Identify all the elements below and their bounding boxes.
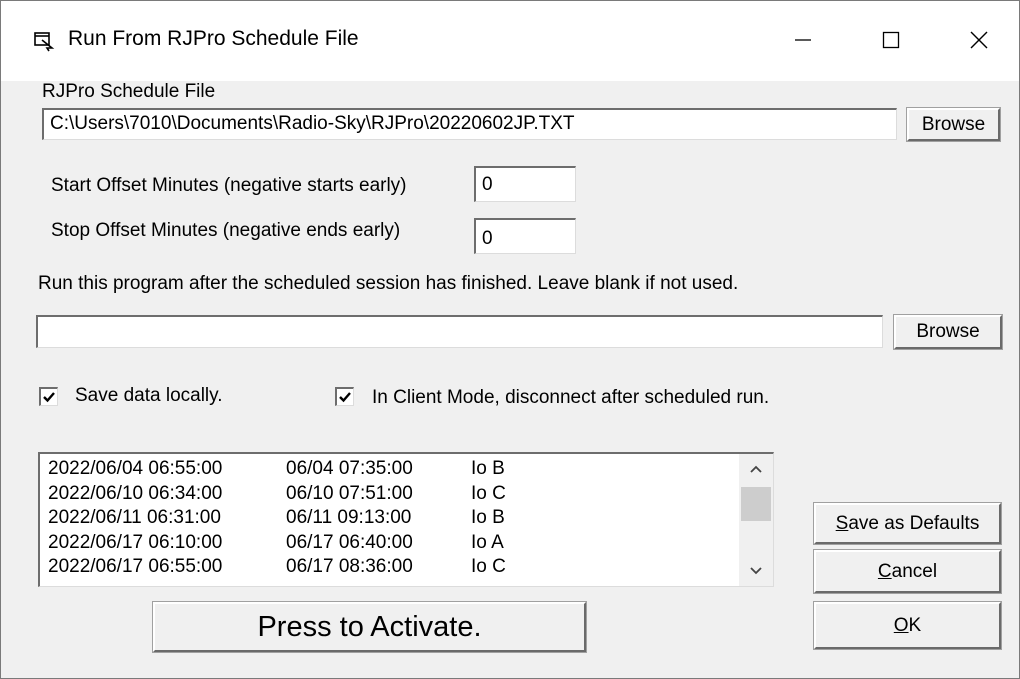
schedule-target: Io C [471,482,506,504]
schedule-stop-time: 06/04 07:35:00 [286,458,413,479]
client-disconnect-label[interactable]: In Client Mode, disconnect after schedul… [372,387,769,409]
schedule-start-time: 2022/06/04 06:55:00 [48,458,223,479]
stop-offset-label: Stop Offset Minutes (negative ends early… [51,220,401,241]
chevron-up-icon [750,465,762,473]
window-title: Run From RJPro Schedule File [68,27,359,50]
after-program-browse-button[interactable]: Browse [893,314,1003,350]
schedule-start-time: 2022/06/17 06:55:00 [48,556,223,577]
schedule-target: Io B [471,458,505,479]
maximize-icon [882,31,900,49]
title-bar[interactable]: Run From RJPro Schedule File [1,1,1019,81]
listbox-scrollbar[interactable] [739,454,773,586]
save-locally-label[interactable]: Save data locally. [75,385,223,407]
schedule-target: Io C [471,556,506,577]
cancel-accel: C [877,560,892,582]
minimize-button[interactable] [763,11,843,69]
cancel-label: ancel [891,560,938,582]
run-schedule-dialog: Run From RJPro Schedule File RJPro Sched… [0,0,1020,679]
schedule-stop-time: 06/17 08:36:00 [286,556,413,577]
after-program-label: Run this program after the scheduled ses… [38,273,739,294]
schedule-start-time: 2022/06/11 06:31:00 [48,507,221,528]
schedule-listbox[interactable]: 2022/06/04 06:55:00 06/04 07:35:00 Io B 202… [38,452,774,587]
maximize-button[interactable] [851,11,931,69]
app-window-icon [34,32,55,52]
schedule-file-input[interactable]: C:\Users\7010\Documents\Radio-Sky\RJPro\… [42,108,897,140]
schedule-file-browse-button[interactable]: Browse [906,107,1001,142]
minimize-icon [795,39,811,41]
save-as-defaults-button[interactable]: Save as Defaults [813,502,1002,545]
ok-accel: O [893,614,909,636]
scroll-up-button[interactable] [739,454,773,484]
cancel-button[interactable]: Cancel [813,549,1002,594]
scroll-thumb[interactable] [741,487,771,521]
schedule-target: Io A [471,531,504,553]
ok-label: K [908,614,922,636]
start-offset-input[interactable]: 0 [474,166,576,202]
activate-button[interactable]: Press to Activate. [152,601,587,653]
schedule-target: Io B [471,507,505,528]
checkmark-icon [339,392,351,403]
client-disconnect-checkbox[interactable] [335,387,354,406]
close-button[interactable] [939,11,1019,69]
schedule-stop-time: 06/17 06:40:00 [286,531,413,553]
schedule-file-label: RJPro Schedule File [42,81,216,102]
schedule-start-time: 2022/06/17 06:10:00 [48,531,223,553]
save-defaults-accel: S [835,512,849,534]
save-locally-checkbox[interactable] [39,387,58,406]
chevron-down-icon [750,567,762,575]
scroll-down-button[interactable] [739,556,773,586]
stop-offset-input[interactable]: 0 [474,218,576,254]
schedule-stop-time: 06/11 09:13:00 [286,507,412,528]
schedule-stop-time: 06/10 07:51:00 [286,482,413,504]
ok-button[interactable]: OK [813,601,1002,650]
checkmark-icon [43,392,55,403]
start-offset-label: Start Offset Minutes (negative starts ea… [51,175,407,196]
save-defaults-label: ave as Defaults [848,512,980,534]
after-program-input[interactable] [36,315,883,348]
schedule-start-time: 2022/06/10 06:34:00 [48,482,223,504]
close-icon [970,31,988,49]
